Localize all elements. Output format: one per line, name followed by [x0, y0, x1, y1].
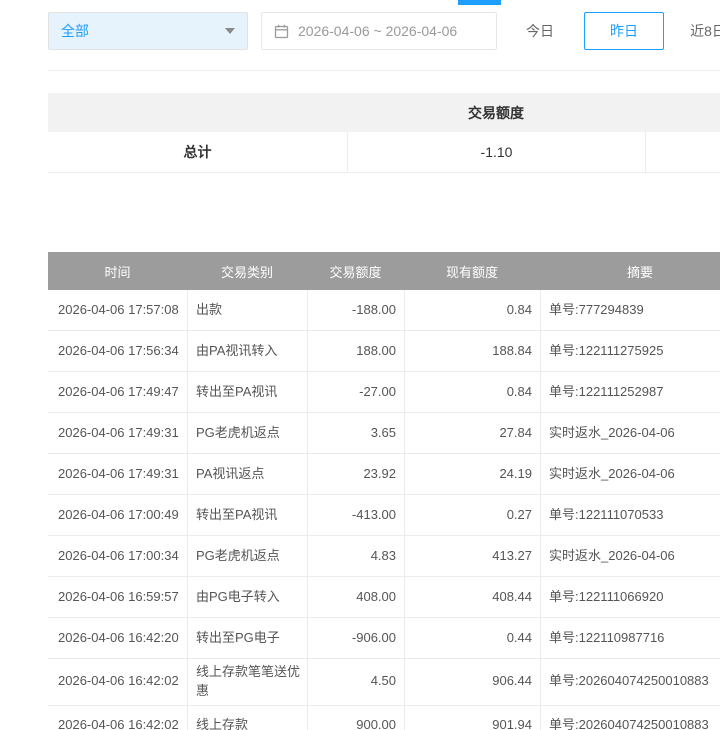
- summary-header-spacer: [48, 93, 347, 132]
- column-header: 现有额度: [404, 252, 540, 290]
- summary-total-value: -1.10: [347, 132, 645, 172]
- transactions-table-body: 2026-04-06 17:57:08出款-188.000.84单号:77729…: [48, 290, 720, 730]
- table-cell: -906.00: [307, 618, 404, 658]
- table-cell: 单号:122110987716: [540, 618, 720, 658]
- column-header: 交易额度: [307, 252, 404, 290]
- summary-total-label: 总计: [48, 132, 347, 172]
- table-cell: 线上存款笔笔送优惠: [187, 659, 307, 705]
- table-cell: 2026-04-06 16:42:20: [48, 618, 187, 658]
- table-cell: 188.00: [307, 331, 404, 371]
- chevron-down-icon: [225, 28, 235, 34]
- table-cell: 2026-04-06 17:56:34: [48, 331, 187, 371]
- table-cell: 2026-04-06 16:42:02: [48, 659, 187, 705]
- filter-button-昨日[interactable]: 昨日: [584, 12, 664, 50]
- column-header: 交易类别: [187, 252, 307, 290]
- table-cell: 2026-04-06 17:49:31: [48, 454, 187, 494]
- summary-header-spacer: [645, 93, 720, 132]
- table-cell: 单号:122111275925: [540, 331, 720, 371]
- table-cell: 188.84: [404, 331, 540, 371]
- table-cell: PA视讯返点: [187, 454, 307, 494]
- transactions-page: 全部 2026-04-06 ~ 2026-04-06 今日昨日近8日 交易额度 …: [0, 0, 720, 730]
- table-cell: 906.44: [404, 659, 540, 705]
- table-cell: 4.50: [307, 659, 404, 705]
- calendar-icon: [274, 24, 289, 39]
- table-cell: 由PG电子转入: [187, 577, 307, 617]
- table-cell: 实时返水_2026-04-06: [540, 413, 720, 453]
- table-cell: 由PA视讯转入: [187, 331, 307, 371]
- table-row: 2026-04-06 17:00:34PG老虎机返点4.83413.27实时返水…: [48, 536, 720, 577]
- transactions-table-header: 时间交易类别交易额度现有额度摘要: [48, 252, 720, 290]
- table-row: 2026-04-06 17:49:31PG老虎机返点3.6527.84实时返水_…: [48, 413, 720, 454]
- table-cell: 2026-04-06 17:00:49: [48, 495, 187, 535]
- table-cell: 408.44: [404, 577, 540, 617]
- table-cell: 单号:122111066920: [540, 577, 720, 617]
- table-cell: 901.94: [404, 706, 540, 730]
- type-select-value: 全部: [61, 21, 89, 41]
- table-row: 2026-04-06 16:42:02线上存款900.00901.94单号:20…: [48, 706, 720, 730]
- table-cell: 3.65: [307, 413, 404, 453]
- table-cell: 4.83: [307, 536, 404, 576]
- date-range-value: 2026-04-06 ~ 2026-04-06: [298, 23, 457, 39]
- table-cell: 2026-04-06 17:57:08: [48, 290, 187, 330]
- table-row: 2026-04-06 17:49:31PA视讯返点23.9224.19实时返水_…: [48, 454, 720, 495]
- table-cell: 408.00: [307, 577, 404, 617]
- table-cell: -188.00: [307, 290, 404, 330]
- table-row: 2026-04-06 17:49:47转出至PA视讯-27.000.84单号:1…: [48, 372, 720, 413]
- table-cell: 转出至PG电子: [187, 618, 307, 658]
- table-cell: 线上存款: [187, 706, 307, 730]
- table-cell: 2026-04-06 17:49:31: [48, 413, 187, 453]
- column-header: 摘要: [540, 252, 720, 290]
- table-cell: 2026-04-06 16:59:57: [48, 577, 187, 617]
- summary-spacer: [645, 132, 720, 172]
- active-tab-indicator: [458, 0, 501, 5]
- transactions-table: 时间交易类别交易额度现有额度摘要 2026-04-06 17:57:08出款-1…: [48, 252, 720, 730]
- column-header: 时间: [48, 252, 187, 290]
- table-cell: 0.84: [404, 290, 540, 330]
- table-row: 2026-04-06 17:00:49转出至PA视讯-413.000.27单号:…: [48, 495, 720, 536]
- table-cell: 0.84: [404, 372, 540, 412]
- table-cell: 0.27: [404, 495, 540, 535]
- table-cell: 2026-04-06 17:49:47: [48, 372, 187, 412]
- table-cell: 0.44: [404, 618, 540, 658]
- summary-table: 交易额度 总计 -1.10: [48, 93, 720, 173]
- summary-header-label: 交易额度: [347, 93, 645, 132]
- filter-button-今日[interactable]: 今日: [500, 12, 580, 50]
- table-cell: PG老虎机返点: [187, 536, 307, 576]
- table-cell: 单号:122111070533: [540, 495, 720, 535]
- table-row: 2026-04-06 16:42:20转出至PG电子-906.000.44单号:…: [48, 618, 720, 659]
- table-cell: 27.84: [404, 413, 540, 453]
- table-row: 2026-04-06 17:57:08出款-188.000.84单号:77729…: [48, 290, 720, 331]
- filter-button-近8日[interactable]: 近8日: [668, 12, 720, 50]
- table-cell: 413.27: [404, 536, 540, 576]
- table-cell: -27.00: [307, 372, 404, 412]
- table-cell: 出款: [187, 290, 307, 330]
- table-cell: -413.00: [307, 495, 404, 535]
- table-cell: 实时返水_2026-04-06: [540, 454, 720, 494]
- type-select[interactable]: 全部: [48, 12, 248, 50]
- quick-filter-buttons: 今日昨日近8日: [500, 12, 720, 50]
- table-cell: 单号:122111252987: [540, 372, 720, 412]
- table-cell: PG老虎机返点: [187, 413, 307, 453]
- table-cell: 单号:202604074250010883: [540, 659, 720, 705]
- table-cell: 900.00: [307, 706, 404, 730]
- table-cell: 转出至PA视讯: [187, 495, 307, 535]
- summary-header-row: 交易额度: [48, 93, 720, 132]
- table-cell: 2026-04-06 16:42:02: [48, 706, 187, 730]
- table-cell: 实时返水_2026-04-06: [540, 536, 720, 576]
- table-row: 2026-04-06 16:59:57由PG电子转入408.00408.44单号…: [48, 577, 720, 618]
- filter-divider: [48, 70, 720, 71]
- table-cell: 单号:777294839: [540, 290, 720, 330]
- table-row: 2026-04-06 16:42:02线上存款笔笔送优惠4.50906.44单号…: [48, 659, 720, 706]
- summary-total-row: 总计 -1.10: [48, 132, 720, 173]
- table-cell: 2026-04-06 17:00:34: [48, 536, 187, 576]
- table-cell: 单号:202604074250010883: [540, 706, 720, 730]
- table-cell: 转出至PA视讯: [187, 372, 307, 412]
- date-range-input[interactable]: 2026-04-06 ~ 2026-04-06: [261, 12, 497, 50]
- table-row: 2026-04-06 17:56:34由PA视讯转入188.00188.84单号…: [48, 331, 720, 372]
- table-cell: 24.19: [404, 454, 540, 494]
- table-cell: 23.92: [307, 454, 404, 494]
